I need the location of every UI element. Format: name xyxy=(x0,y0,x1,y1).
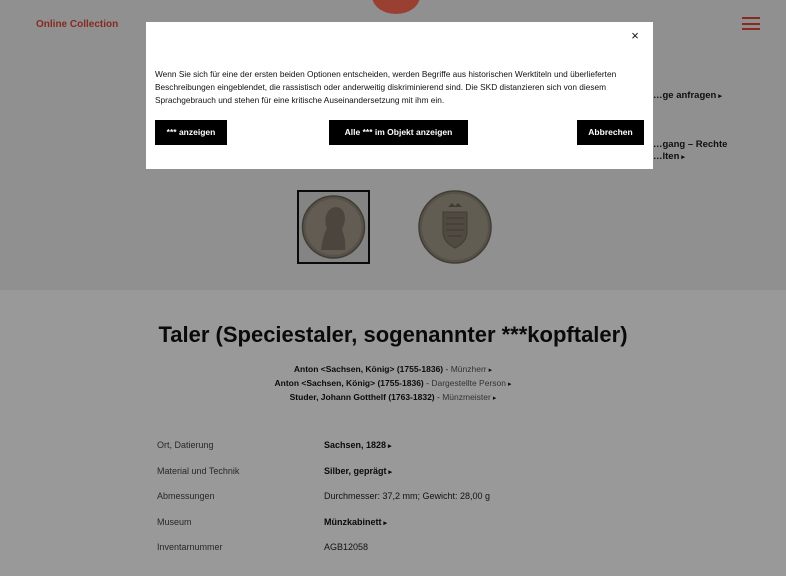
show-terms-button[interactable]: *** anzeigen xyxy=(155,120,227,145)
close-icon[interactable]: × xyxy=(627,28,643,44)
sensitive-terms-dialog: × Wenn Sie sich für eine der ersten beid… xyxy=(146,22,653,169)
dialog-message: Wenn Sie sich für eine der ersten beiden… xyxy=(155,69,617,105)
show-all-terms-button[interactable]: Alle *** im Objekt anzeigen xyxy=(329,120,468,145)
cancel-button[interactable]: Abbrechen xyxy=(577,120,644,145)
